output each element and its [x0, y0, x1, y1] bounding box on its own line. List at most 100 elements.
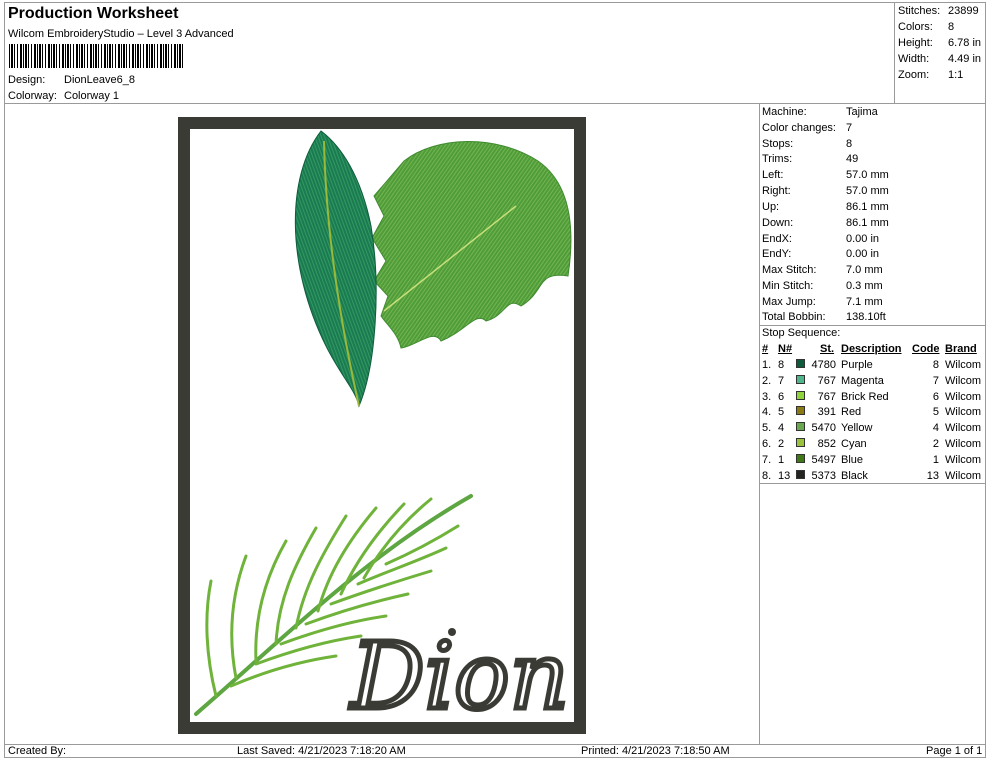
spec-total-bobbin: Total Bobbin: 138.10ft: [762, 311, 886, 323]
spec-stops: Stops: 8: [762, 138, 853, 150]
i-dot: [448, 628, 456, 636]
cell-desc: Magenta: [841, 374, 884, 387]
cell-n: 13: [778, 469, 791, 482]
stat-colors: Colors: 8: [898, 21, 955, 33]
cell-desc: Purple: [841, 359, 873, 371]
cell-brand: Wilcom: [945, 438, 982, 450]
cell-num: 3.: [762, 390, 772, 403]
footer-divider: [4, 744, 986, 745]
spec-trims: Trims: 49: [762, 153, 859, 165]
cell-code: 1: [932, 453, 939, 466]
cell-num: 5.: [762, 422, 772, 435]
col-num: #: [762, 343, 769, 355]
col-st: St.: [820, 343, 835, 355]
design-name-text: Dion: [349, 623, 569, 730]
stat-width: Width: 4.49 in: [898, 53, 982, 65]
stop-sequence-row: 3. 6 767 Brick Red 6 Wilcom: [762, 390, 986, 407]
cell-num: 8.: [762, 469, 772, 482]
color-swatch: [796, 422, 805, 432]
color-swatch: [796, 469, 805, 479]
spec-max-stitch: Max Stitch: 7.0 mm: [762, 264, 883, 276]
stat-height: Height: 6.78 in: [898, 37, 982, 49]
stop-sequence-row: 8. 13 5373 Black 13 Wilcom: [762, 469, 986, 486]
spec-left: Left: 57.0 mm: [762, 169, 889, 181]
spec-min-stitch: Min Stitch: 0.3 mm: [762, 280, 883, 292]
barcode: [9, 44, 184, 68]
design-label: Design:: [8, 74, 46, 86]
color-swatch: [796, 390, 805, 400]
footer-page: Page 1 of 1: [926, 745, 983, 757]
colorway-label: Colorway:: [8, 90, 57, 102]
cell-code: 4: [932, 422, 939, 435]
cell-num: 7.: [762, 453, 772, 466]
stat-stitches: Stitches: 23899: [898, 5, 979, 17]
spec-max-jump: Max Jump: 7.1 mm: [762, 296, 883, 308]
color-swatch: [796, 359, 805, 368]
stop-sequence-row: 7. 1 5497 Blue 1 Wilcom: [762, 453, 986, 470]
cell-n: 4: [778, 422, 785, 435]
col-brand: Brand: [945, 343, 977, 355]
design-value: DionLeave6_8: [64, 74, 135, 86]
cell-desc: Cyan: [841, 438, 867, 450]
stop-sequence-row: 2. 7 767 Magenta 7 Wilcom: [762, 374, 986, 391]
spec-up: Up: 86.1 mm: [762, 201, 889, 213]
cell-brand: Wilcom: [945, 422, 982, 435]
color-swatch: [796, 438, 805, 447]
cell-brand: Wilcom: [945, 469, 982, 482]
spec-down: Down: 86.1 mm: [762, 217, 889, 229]
cell-n: 6: [778, 390, 785, 403]
cell-code: 5: [932, 406, 939, 419]
cell-num: 1.: [762, 359, 772, 371]
col-code: Code: [912, 343, 940, 355]
color-swatch: [796, 406, 805, 416]
cell-num: 2.: [762, 374, 772, 387]
cell-brand: Wilcom: [945, 453, 982, 466]
cell-num: 6.: [762, 438, 772, 450]
header-divider: [4, 103, 986, 104]
footer-printed: Printed: 4/21/2023 7:18:50 AM: [581, 745, 730, 757]
color-swatch: [796, 453, 805, 463]
cell-brand: Wilcom: [945, 374, 982, 387]
stop-sequence-row: 6. 2 852 Cyan 2 Wilcom: [762, 438, 986, 454]
cell-n: 2: [778, 438, 785, 450]
stop-sequence-header: # N# St. Description Code Brand: [762, 343, 986, 359]
col-n: N#: [778, 343, 793, 355]
cell-desc: Black: [841, 469, 868, 482]
cell-desc: Red: [841, 406, 862, 419]
cell-n: 8: [778, 359, 785, 371]
cell-n: 7: [778, 374, 785, 387]
page-title: Production Worksheet: [8, 5, 179, 22]
footer-last-saved: Last Saved: 4/21/2023 7:18:20 AM: [237, 745, 406, 757]
cell-brand: Wilcom: [945, 390, 982, 403]
stop-sequence-row: 1. 8 4780 Purple 8 Wilcom: [762, 359, 986, 375]
cell-desc: Blue: [841, 453, 864, 466]
stats-divider: [894, 2, 895, 103]
cell-brand: Wilcom: [945, 359, 982, 371]
stop-sequence-title: Stop Sequence:: [762, 327, 841, 339]
stop-sequence-row: 5. 4 5470 Yellow 4 Wilcom: [762, 422, 986, 438]
cell-brand: Wilcom: [945, 406, 982, 419]
color-swatch: [796, 374, 805, 384]
cell-desc: Yellow: [841, 422, 873, 435]
stat-zoom: Zoom: 1:1: [898, 69, 964, 81]
spec-color-changes: Color changes: 7: [762, 122, 853, 134]
design-preview: Dion: [178, 117, 586, 734]
spec-endy: EndY: 0.00 in: [762, 248, 880, 260]
cell-code: 2: [932, 438, 939, 450]
colorway-value: Colorway 1: [64, 90, 120, 102]
cell-code: 6: [932, 390, 939, 403]
cell-n: 1: [778, 453, 785, 466]
spec-endx: EndX: 0.00 in: [762, 233, 880, 245]
sidebar-divider: [759, 103, 760, 744]
spec-right: Right: 57.0 mm: [762, 185, 889, 197]
spec-machine: Machine: Tajima: [762, 106, 878, 118]
cell-code: 13: [926, 469, 939, 482]
stop-sequence-row: 4. 5 391 Red 5 Wilcom: [762, 406, 986, 422]
col-description: Description: [841, 343, 902, 355]
cell-desc: Brick Red: [841, 390, 889, 403]
software-subtitle: Wilcom EmbroideryStudio – Level 3 Advanc…: [8, 28, 234, 40]
cell-code: 8: [932, 359, 939, 371]
footer-created-by: Created By:: [8, 745, 67, 757]
cell-n: 5: [778, 406, 785, 419]
cell-code: 7: [932, 374, 939, 387]
